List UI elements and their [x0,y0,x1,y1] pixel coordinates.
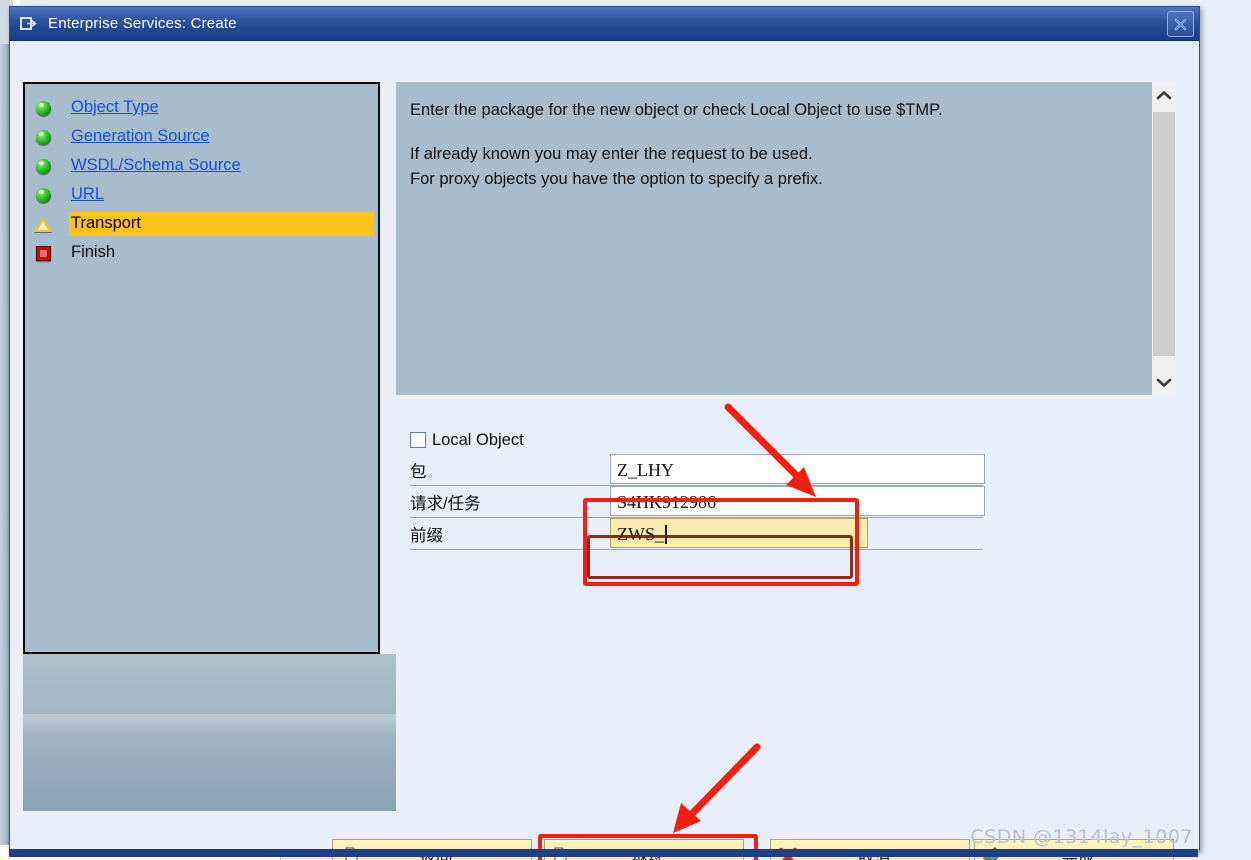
request-task-input[interactable]: S4HK912986 [610,486,985,516]
status-green-led-icon [33,155,55,177]
status-red-square-icon [33,242,55,264]
status-warning-triangle-icon [33,213,55,235]
chevron-up-icon [1156,90,1172,99]
wizard-step-list: Object Type Generation Source WSDL/Schem… [23,82,380,654]
scroll-down-button[interactable] [1152,369,1176,395]
arrow-glyph [27,19,37,27]
sidebar-item-label: Object Type [71,98,159,116]
chevron-down-icon [1156,378,1172,387]
sidebar-item-object-type[interactable]: Object Type [25,93,378,122]
prefix-input-value: ZWS_ [617,524,664,544]
sidebar-item-url[interactable]: URL [25,180,378,209]
enterprise-services-dialog: Enterprise Services: Create Object Type [9,6,1200,860]
transport-form: Local Object 包 Z_LHY 请求/任务 S4HK912986 前缀… [396,426,1156,550]
sidebar-item-wsdl-schema-source[interactable]: WSDL/Schema Source [25,151,378,180]
sidebar-item-label: Transport [69,211,374,236]
watermark: CSDN @1314lay_1007 [970,826,1193,848]
package-field-row: 包 Z_LHY [410,454,1155,486]
local-object-row: Local Object [410,426,1156,454]
instruction-line-3: For proxy objects you have the option to… [410,170,823,188]
sidebar-item-label: WSDL/Schema Source [71,156,241,174]
dialog-title: Enterprise Services: Create [48,15,237,32]
package-label: 包 [410,463,427,481]
scrollbar-thumb[interactable] [1153,112,1175,356]
instruction-scrollbar[interactable] [1152,82,1176,395]
dialog-titlebar: Enterprise Services: Create [10,7,1199,41]
package-input[interactable]: Z_LHY [610,454,985,484]
sidebar-item-label: Finish [71,243,116,261]
close-button[interactable] [1167,11,1194,37]
screen-root: Enterprise Services: Create Object Type [0,0,1251,860]
local-object-checkbox[interactable] [410,432,426,448]
sidebar-item-label: URL [71,185,105,203]
sidebar-item-label: Generation Source [71,127,210,145]
dialog-body: Object Type Generation Source WSDL/Schem… [10,41,1199,860]
field-divider [410,549,983,550]
local-object-label: Local Object [432,430,524,449]
prefix-input[interactable]: ZWS_ [610,518,868,548]
nav-backdrop [23,654,396,811]
text-caret [665,525,667,544]
prefix-label: 前缀 [410,527,443,545]
instruction-line-2: If already known you may enter the reque… [410,145,813,163]
scroll-up-button[interactable] [1152,82,1176,108]
close-icon [1174,18,1187,30]
export-window-icon [20,16,40,32]
request-task-field-row: 请求/任务 S4HK912986 [410,486,1155,518]
request-task-label: 请求/任务 [410,495,481,513]
status-green-led-icon [33,97,55,119]
instruction-panel-pad [1176,82,1186,395]
dialog-status-bar [9,849,1198,857]
sidebar-item-generation-source[interactable]: Generation Source [25,122,378,151]
prefix-field-row: 前缀 ZWS_ [410,518,1155,550]
instruction-line-1: Enter the package for the new object or … [410,101,943,119]
sidebar-item-transport[interactable]: Transport [25,209,378,238]
annotation-arrow-continue [673,743,761,833]
instruction-panel: Enter the package for the new object or … [396,82,1152,395]
status-green-led-icon [33,126,55,148]
status-green-led-icon [33,184,55,206]
sidebar-item-finish[interactable]: Finish [25,238,378,267]
